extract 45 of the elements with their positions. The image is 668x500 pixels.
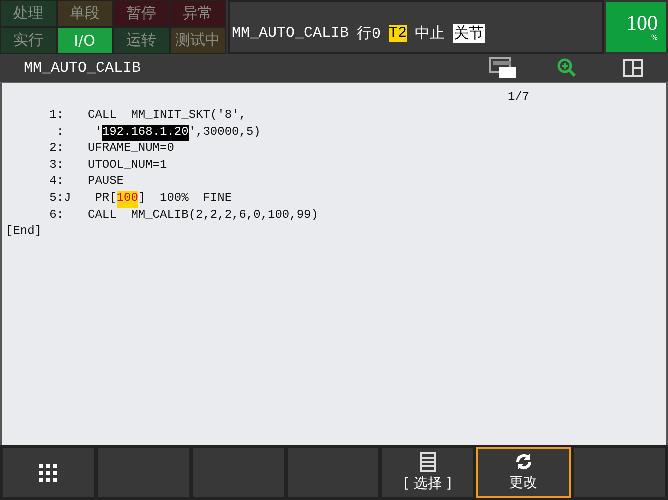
windows-icon[interactable] bbox=[489, 57, 517, 79]
line-number: 6: bbox=[50, 208, 64, 222]
code-text: ' bbox=[94, 124, 102, 141]
line-number: 2: bbox=[50, 141, 64, 156]
status-text: 中止 bbox=[415, 24, 446, 42]
status-lamp: I/O bbox=[58, 28, 112, 53]
line-number: 4: bbox=[50, 174, 64, 188]
code-text: PR[ bbox=[94, 190, 117, 207]
zoom-in-icon[interactable] bbox=[557, 58, 577, 78]
line-number: 1: bbox=[50, 108, 64, 122]
code-text: PAUSE bbox=[88, 174, 124, 190]
list-icon bbox=[418, 452, 437, 472]
code-text: ] 100% FINE bbox=[138, 190, 232, 207]
function-key[interactable] bbox=[2, 447, 95, 498]
grid-menu-icon bbox=[38, 462, 58, 482]
highlighted-value[interactable]: 100 bbox=[116, 190, 138, 208]
function-key[interactable]: 更改 bbox=[476, 447, 572, 498]
code-text: UTOOL_NUM=1 bbox=[88, 158, 168, 174]
function-key[interactable]: [ 选择 ] bbox=[381, 447, 474, 498]
status-lamp: 处理 bbox=[1, 1, 56, 26]
motion-type: J bbox=[64, 190, 72, 205]
status-lamp: 实行 bbox=[1, 28, 56, 53]
status-text: T2 bbox=[389, 24, 408, 42]
code-text: CALL MM_INIT_SKT('8', bbox=[88, 108, 246, 124]
refresh-icon bbox=[514, 453, 534, 471]
status-lamp: 单段 bbox=[58, 1, 112, 26]
split-view-icon[interactable] bbox=[623, 59, 643, 77]
code-text: UFRAME_NUM=0 bbox=[88, 141, 174, 158]
status-lamp: 异常 bbox=[170, 1, 225, 26]
status-text: 关节 bbox=[453, 24, 486, 42]
code-text: CALL MM_CALIB(2,2,2,6,0,100,99) bbox=[88, 208, 318, 224]
code-text: ',30000,5) bbox=[188, 124, 261, 141]
status-text: 行0 bbox=[357, 24, 382, 42]
status-lamp: 运转 bbox=[114, 28, 168, 53]
status-text: MM_AUTO_CALIB bbox=[232, 24, 350, 42]
line-number: 5: bbox=[50, 190, 64, 205]
program-title: MM_AUTO_CALIB bbox=[24, 60, 142, 76]
page-indicator: 1/7 bbox=[508, 90, 531, 106]
status-lamp: 暂停 bbox=[114, 1, 168, 26]
highlighted-value[interactable]: 192.168.1.20 bbox=[102, 124, 189, 142]
line-number: 3: bbox=[50, 158, 64, 172]
status-lamp: 测试中 bbox=[170, 28, 225, 53]
end-marker: [End] bbox=[6, 224, 42, 240]
line-number: : bbox=[56, 124, 64, 139]
speed-value: 100 bbox=[626, 12, 658, 34]
